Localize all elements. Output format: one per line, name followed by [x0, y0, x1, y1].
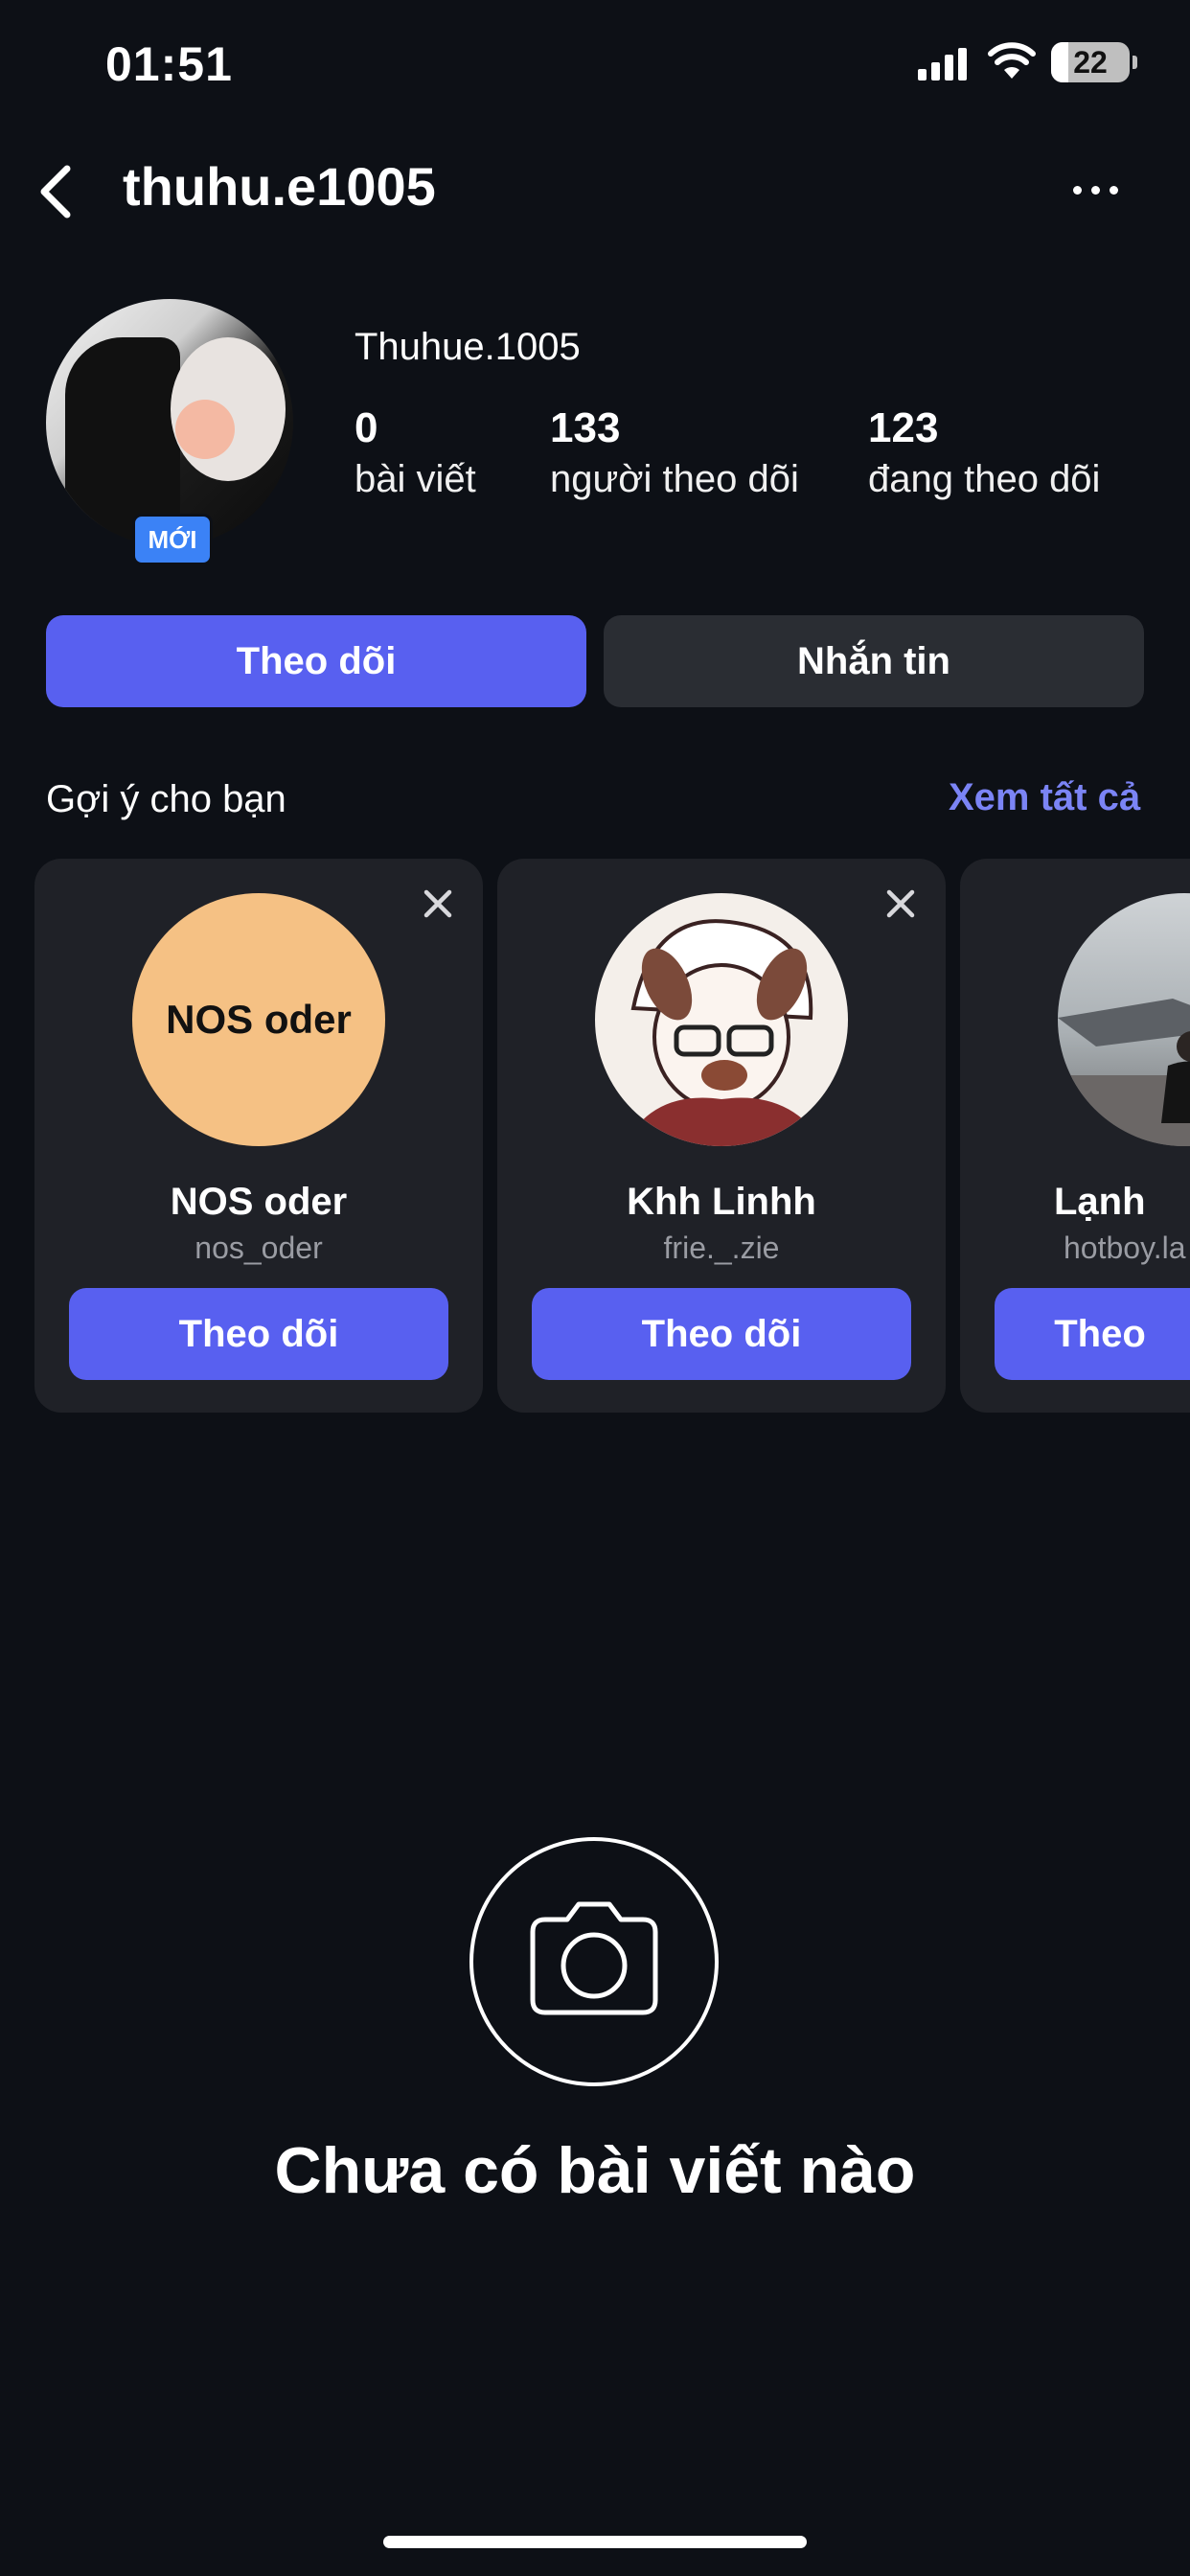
signal-icon	[918, 46, 968, 80]
suggestion-card[interactable]: Khh Linhh frie._.zie Theo dõi	[497, 859, 946, 1413]
stat-posts-label: bài viết	[355, 458, 476, 500]
illustrated-avatar-image	[624, 919, 825, 1146]
suggestion-name: NOS oder	[170, 1181, 348, 1223]
see-all-link[interactable]: Xem tất cả	[949, 776, 1140, 819]
stat-following[interactable]: 123 đang theo dõi	[868, 404, 1100, 501]
suggestions-title: Gợi ý cho bạn	[46, 778, 286, 820]
profile-display-name: Thuhue.1005	[355, 326, 581, 368]
more-options-icon[interactable]	[1073, 172, 1127, 207]
close-icon[interactable]	[422, 887, 454, 920]
suggestion-card[interactable]: Lạnh hotboy.la Theo	[960, 859, 1190, 1413]
new-badge: MỚI	[132, 514, 213, 565]
empty-state-text: Chưa có bài viết nào	[274, 2134, 916, 2207]
suggestion-name: Lạnh	[1054, 1181, 1146, 1223]
camera-circle	[469, 1837, 719, 2086]
wifi-icon	[988, 42, 1036, 79]
stat-posts: 0 bài viết	[355, 404, 476, 501]
stat-followers-label: người theo dõi	[550, 458, 799, 500]
stat-followers-count: 133	[550, 404, 621, 451]
profile-username: thuhu.e1005	[123, 156, 436, 217]
suggestion-avatar[interactable]	[1058, 893, 1190, 1146]
suggestion-handle: frie._.zie	[663, 1230, 780, 1265]
suggestion-avatar[interactable]: NOS oder	[132, 893, 385, 1146]
status-time: 01:51	[105, 37, 233, 91]
home-indicator[interactable]	[383, 2536, 807, 2548]
avatar-text: NOS oder	[166, 997, 352, 1042]
battery-icon: 22	[1051, 42, 1137, 82]
follow-button[interactable]: Theo dõi	[46, 615, 586, 707]
stat-posts-count: 0	[355, 404, 378, 451]
close-icon[interactable]	[884, 887, 917, 920]
suggestion-follow-button[interactable]: Theo dõi	[532, 1288, 911, 1380]
message-button[interactable]: Nhắn tin	[604, 615, 1144, 707]
suggestion-follow-button[interactable]: Theo dõi	[69, 1288, 448, 1380]
battery-level: 22	[1073, 45, 1108, 80]
suggestion-handle: hotboy.la	[1064, 1230, 1186, 1265]
suggestion-handle: nos_oder	[195, 1230, 323, 1265]
suggestion-name: Khh Linhh	[627, 1181, 816, 1223]
profile-avatar[interactable]	[46, 299, 293, 546]
stat-followers[interactable]: 133 người theo dõi	[550, 404, 799, 501]
suggestion-card[interactable]: NOS oder NOS oder nos_oder Theo dõi	[34, 859, 483, 1413]
camera-icon	[530, 1901, 658, 2015]
suggestion-avatar[interactable]	[595, 893, 848, 1146]
stat-following-count: 123	[868, 404, 939, 451]
back-arrow-icon[interactable]	[34, 163, 82, 220]
suggestion-follow-button[interactable]: Theo	[995, 1288, 1190, 1380]
stat-following-label: đang theo dõi	[868, 458, 1101, 500]
photo-avatar-image	[1058, 999, 1190, 1146]
